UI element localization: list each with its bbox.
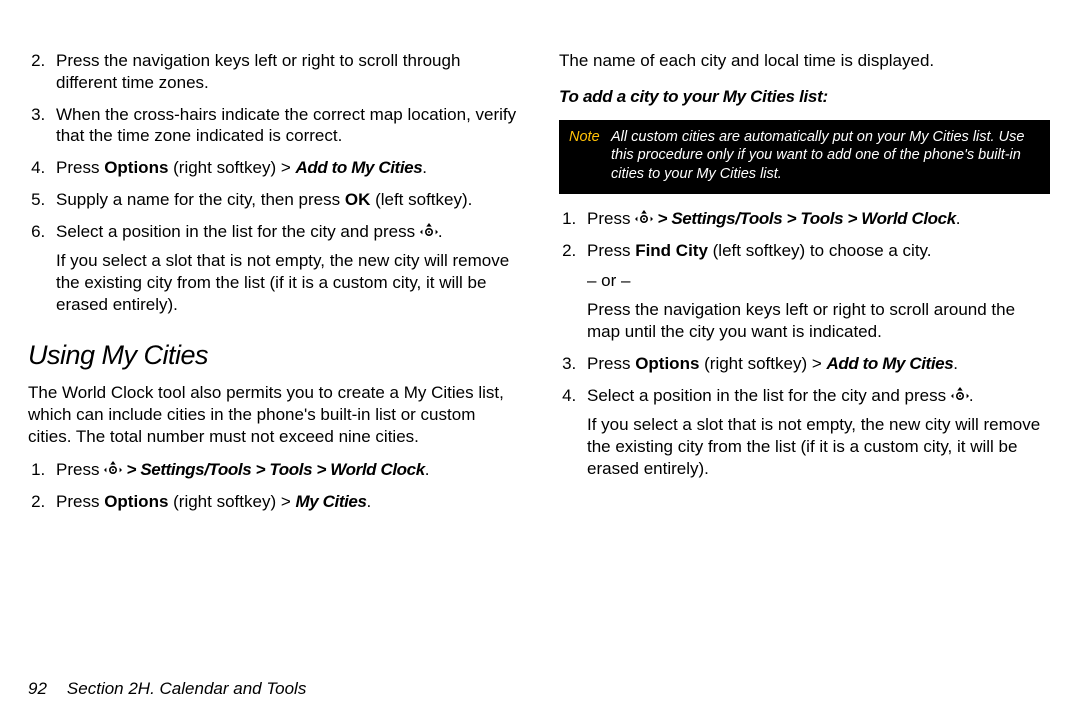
- nav-key-icon: [104, 461, 122, 478]
- section-label: Section 2H. Calendar and Tools: [67, 679, 306, 698]
- bold-label: Options: [635, 354, 699, 373]
- step-text: .: [425, 460, 430, 479]
- page-footer: 92Section 2H. Calendar and Tools: [0, 678, 306, 700]
- bolditalic-label: > Settings/Tools > Tools > World Clock: [122, 460, 425, 479]
- step-text: Press the navigation keys left or right …: [56, 51, 460, 92]
- subheading-italic: To add a city to your My Cities list:: [559, 86, 1050, 108]
- note-label: Note: [569, 128, 611, 185]
- list-b: Press > Settings/Tools > Tools > World C…: [28, 459, 519, 513]
- step-text: Supply a name for the city, then press: [56, 190, 345, 209]
- step-text: (left softkey).: [370, 190, 472, 209]
- step-text: Press: [587, 209, 635, 228]
- bolditalic-label: Add to My Cities: [826, 354, 953, 373]
- list-item: Supply a name for the city, then press O…: [50, 189, 519, 211]
- list-item: Press the navigation keys left or right …: [50, 50, 519, 94]
- bold-label: Options: [104, 492, 168, 511]
- step-text: Press: [587, 241, 635, 260]
- page-content: Press the navigation keys left or right …: [0, 0, 1080, 640]
- step-subtext: If you select a slot that is not empty, …: [56, 250, 519, 315]
- step-text: When the cross-hairs indicate the correc…: [56, 105, 516, 146]
- nav-key-icon: [951, 387, 969, 404]
- body-paragraph: The World Clock tool also permits you to…: [28, 382, 519, 447]
- bolditalic-label: > Settings/Tools > Tools > World Clock: [653, 209, 956, 228]
- step-text: (right softkey) >: [699, 354, 826, 373]
- list-item: Press > Settings/Tools > Tools > World C…: [581, 208, 1050, 230]
- section-heading: Using My Cities: [28, 338, 519, 373]
- page-number: 92: [28, 679, 67, 698]
- body-paragraph: The name of each city and local time is …: [559, 50, 1050, 72]
- list-item: Press Find City (left softkey) to choose…: [581, 240, 1050, 343]
- step-text: .: [367, 492, 372, 511]
- list-a: Press the navigation keys left or right …: [28, 50, 519, 316]
- step-text: .: [953, 354, 958, 373]
- list-item: Select a position in the list for the ci…: [581, 385, 1050, 480]
- step-subtext: If you select a slot that is not empty, …: [587, 414, 1050, 479]
- step-text: Select a position in the list for the ci…: [56, 222, 420, 241]
- step-text: Press: [587, 354, 635, 373]
- list-item: Press > Settings/Tools > Tools > World C…: [50, 459, 519, 481]
- nav-key-icon: [635, 210, 653, 227]
- step-text: (right softkey) >: [168, 492, 295, 511]
- list-c: Press > Settings/Tools > Tools > World C…: [559, 208, 1050, 480]
- step-text: .: [422, 158, 427, 177]
- or-line: – or –: [587, 270, 1050, 292]
- step-text: .: [969, 386, 974, 405]
- bolditalic-label: Add to My Cities: [295, 158, 422, 177]
- list-item: Press Options (right softkey) > My Citie…: [50, 491, 519, 513]
- bold-label: Options: [104, 158, 168, 177]
- step-text: .: [956, 209, 961, 228]
- list-item: Select a position in the list for the ci…: [50, 221, 519, 316]
- alt-line: Press the navigation keys left or right …: [587, 299, 1050, 343]
- step-text: Press: [56, 492, 104, 511]
- nav-key-icon: [420, 223, 438, 240]
- step-text: .: [438, 222, 443, 241]
- step-text: (right softkey) >: [168, 158, 295, 177]
- list-item: Press Options (right softkey) > Add to M…: [581, 353, 1050, 375]
- step-text: Press: [56, 158, 104, 177]
- step-text: (left softkey) to choose a city.: [708, 241, 932, 260]
- bold-label: OK: [345, 190, 371, 209]
- list-item: Press Options (right softkey) > Add to M…: [50, 157, 519, 179]
- list-item: When the cross-hairs indicate the correc…: [50, 104, 519, 148]
- step-text: Press: [56, 460, 104, 479]
- bold-label: Find City: [635, 241, 708, 260]
- step-text: Select a position in the list for the ci…: [587, 386, 951, 405]
- note-box: Note All custom cities are automatically…: [559, 120, 1050, 195]
- note-text: All custom cities are automatically put …: [611, 128, 1040, 185]
- bolditalic-label: My Cities: [295, 492, 366, 511]
